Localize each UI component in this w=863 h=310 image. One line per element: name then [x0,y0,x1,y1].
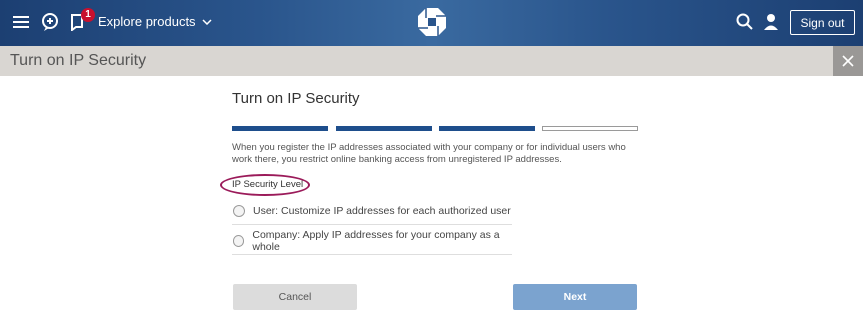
step-progress [232,126,638,131]
radio-company[interactable] [233,234,245,247]
explore-products-label: Explore products [98,14,196,29]
description-text: When you register the IP addresses assoc… [232,142,626,165]
option-company[interactable]: Company: Apply IP addresses for your com… [232,227,512,255]
cancel-button[interactable]: Cancel [233,284,357,310]
radio-user[interactable] [233,204,245,217]
menu-icon[interactable] [10,11,32,33]
progress-step-1 [232,126,328,131]
chevron-down-icon [202,18,212,25]
page-title: Turn on IP Security [10,52,147,69]
form-heading: Turn on IP Security [232,90,360,107]
next-button[interactable]: Next [513,284,637,310]
chat-icon[interactable] [39,11,61,33]
chase-logo-icon[interactable] [416,6,448,38]
search-icon[interactable] [735,12,755,32]
option-user-label: User: Customize IP addresses for each au… [253,204,511,217]
close-icon [842,55,854,67]
section-label: IP Security Level [232,179,304,190]
page-title-bar: Turn on IP Security [0,46,863,76]
close-button[interactable] [833,46,863,76]
option-user[interactable]: User: Customize IP addresses for each au… [232,197,512,225]
explore-products-menu[interactable]: Explore products [98,14,212,29]
user-profile-icon[interactable] [762,12,780,32]
option-company-label: Company: Apply IP addresses for your com… [252,228,500,253]
progress-step-4 [542,126,638,131]
progress-step-2 [336,126,432,131]
sign-out-button[interactable]: Sign out [790,10,855,35]
notification-badge: 1 [81,8,95,22]
progress-step-3 [439,126,535,131]
ip-security-form: Turn on IP Security When you register th… [220,90,642,310]
top-navigation-bar: 1 Explore products Sign out [0,0,863,46]
